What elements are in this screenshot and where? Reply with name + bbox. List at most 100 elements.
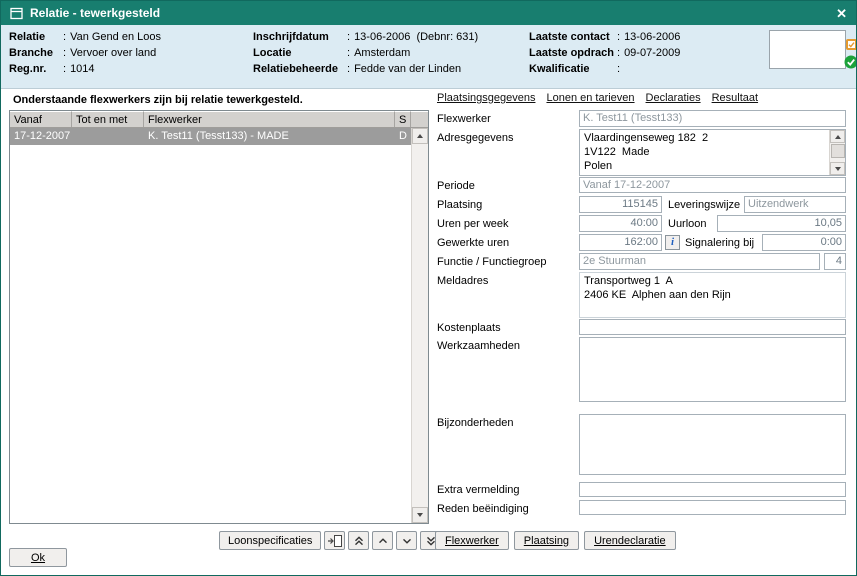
field-label: Relatie [9,29,61,45]
flexworkers-table: Vanaf Tot en met Flexwerker S 17-12-2007… [9,110,429,524]
separator: : [63,61,66,77]
separator: : [617,61,620,77]
adres-scrollbar[interactable] [829,130,845,175]
insert-record-button[interactable] [324,531,345,550]
orange-checkbox-icon[interactable] [846,39,857,50]
double-chevron-up-icon [354,536,364,546]
meldadres-box: Transportweg 1 A 2406 KE Alphen aan den … [579,272,846,318]
separator: : [63,29,66,45]
first-record-button[interactable] [348,531,369,550]
scrollbar-thumb[interactable] [831,144,845,158]
relatiebeheerder-value: Fedde van der Linden [354,61,461,77]
table-scrollbar[interactable] [411,128,428,523]
gewerkte-uren-field: 162:00 [579,234,662,251]
window-title: Relatie - tewerkgesteld [30,6,829,20]
reden-beeindiging-label: Reden beëindiging [437,503,529,515]
flexwerker-field: K. Test11 (Tesst133) [579,110,846,127]
separator: : [617,45,620,61]
periode-label: Periode [437,180,475,192]
tab-resultaat[interactable]: Resultaat [712,92,758,104]
flexwerker-button[interactable]: Flexwerker [435,531,509,550]
inschrijfdatum-value: 13-06-2006 (Debnr: 631) [354,29,478,45]
photo-placeholder [769,30,846,69]
separator: : [617,29,620,45]
tab-plaatsingsgegevens[interactable]: Plaatsingsgegevens [437,92,535,104]
cell-vanaf: 17-12-2007 [10,128,72,145]
field-label: Reg.nr. [9,61,61,77]
signalering-bij-label: Signalering bij [685,237,754,249]
field-label: Laatste opdrach [529,45,615,61]
header-column-2: Inschrijfdatum:13-06-2006 (Debnr: 631) L… [253,29,478,77]
next-record-button[interactable] [396,531,417,550]
tab-bar: Plaatsingsgegevens Lonen en tarieven Dec… [437,92,758,104]
separator: : [347,61,350,77]
separator: : [347,45,350,61]
werkzaamheden-textarea[interactable] [579,337,846,402]
column-header-s[interactable]: S [395,111,411,127]
scroll-up-icon[interactable] [412,128,428,144]
functie-label: Functie / Functiegroep [437,256,546,268]
separator: : [63,45,66,61]
previous-record-button[interactable] [372,531,393,550]
field-label: Branche [9,45,61,61]
button-label: Plaatsing [524,535,569,547]
periode-field: Vanaf 17-12-2007 [579,177,846,193]
column-header-tot-en-met[interactable]: Tot en met [72,111,144,127]
bijzonderheden-textarea[interactable] [579,414,846,475]
titlebar[interactable]: Relatie - tewerkgesteld ✕ [1,1,856,25]
adresgegevens-label: Adresgegevens [437,132,513,144]
relatie-value: Van Gend en Loos [70,29,161,45]
field-label: Laatste contact [529,29,615,45]
kostenplaats-field[interactable] [579,319,846,335]
button-label: Ok [31,552,45,564]
loonspecificaties-button[interactable]: Loonspecificaties [219,531,321,550]
field-label: Relatiebeheerde [253,61,345,77]
scroll-down-icon[interactable] [830,162,845,175]
extra-vermelding-field[interactable] [579,482,846,497]
gewerkte-uren-label: Gewerkte uren [437,237,509,249]
urendeclaratie-button[interactable]: Urendeclaratie [584,531,676,550]
relatie-tewerkgesteld-dialog: Relatie - tewerkgesteld ✕ Relatie:Van Ge… [0,0,857,576]
chevron-up-icon [378,536,388,546]
ok-button[interactable]: Ok [9,548,67,567]
laatste-opdracht-value: 09-07-2009 [624,45,680,61]
plaatsing-label: Plaatsing [437,199,482,211]
uren-per-week-field[interactable]: 40:00 [579,215,662,232]
branche-value: Vervoer over land [70,45,156,61]
adres-line: 1V122 Made [584,145,825,159]
field-label: Kwalificatie [529,61,615,77]
field-label: Locatie [253,45,345,61]
column-header-flexwerker[interactable]: Flexwerker [144,111,395,127]
tab-lonen-en-tarieven[interactable]: Lonen en tarieven [546,92,634,104]
header-column-1: Relatie:Van Gend en Loos Branche:Vervoer… [9,29,161,77]
uurloon-label: Uurloon [668,218,707,230]
button-label: Loonspecificaties [228,535,312,547]
close-icon[interactable]: ✕ [836,7,847,20]
tab-declaraties[interactable]: Declaraties [646,92,701,104]
reden-beeindiging-field[interactable] [579,500,846,515]
signalering-bij-field[interactable]: 0:00 [762,234,846,251]
column-header-vanaf[interactable]: Vanaf [10,111,72,127]
functie-field: 2e Stuurman [579,253,820,270]
separator: : [347,29,350,45]
werkzaamheden-label: Werkzaamheden [437,340,520,352]
scroll-down-icon[interactable] [412,507,428,523]
column-header-spacer [411,111,428,127]
cell-tot-en-met [72,128,144,145]
uurloon-field[interactable]: 10,05 [717,215,846,232]
scroll-up-icon[interactable] [830,130,845,143]
extra-vermelding-label: Extra vermelding [437,484,520,496]
button-label: Flexwerker [445,535,499,547]
flexworkers-caption: Onderstaande flexwerkers zijn bij relati… [13,94,303,106]
plaatsing-button[interactable]: Plaatsing [514,531,579,550]
table-row[interactable]: 17-12-2007 K. Test11 (Tesst133) - MADE D [10,128,411,145]
table-body: 17-12-2007 K. Test11 (Tesst133) - MADE D [10,128,428,523]
info-button[interactable]: i [665,235,680,250]
record-nav-toolbar: Loonspecificaties [219,531,441,550]
meldadres-label: Meldadres [437,275,488,287]
plaatsing-field[interactable]: 115145 [579,196,662,213]
leveringswijze-label: Leveringswijze [668,199,740,211]
green-check-icon[interactable] [844,55,857,69]
button-label: Urendeclaratie [594,535,666,547]
cell-flexwerker: K. Test11 (Tesst133) - MADE [144,128,395,145]
